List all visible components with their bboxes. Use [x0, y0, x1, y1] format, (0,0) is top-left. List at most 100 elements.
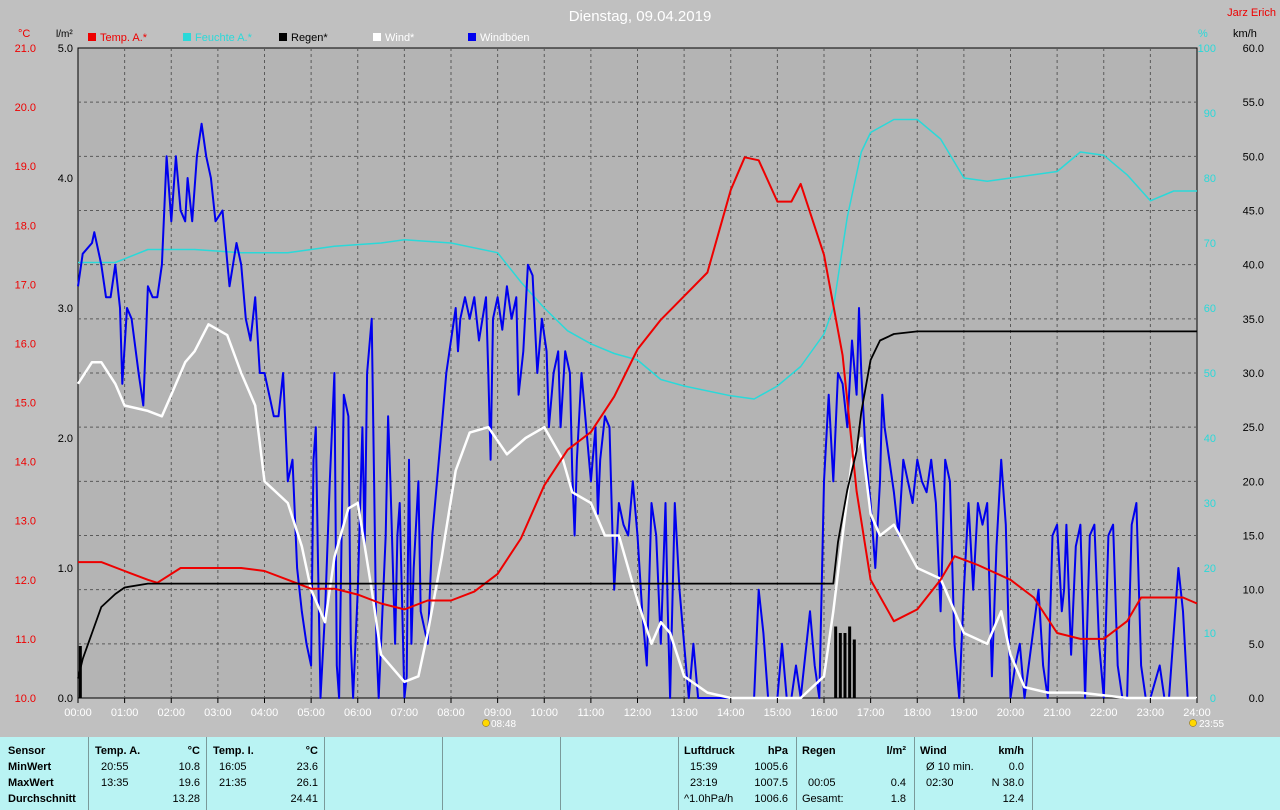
column-divider: [560, 737, 561, 810]
avg-row-label: Durchschnitt: [8, 793, 76, 805]
temp-a-min-value: 10.8: [178, 761, 200, 773]
x-tick-label: 06:00: [344, 707, 372, 719]
wind-tick-label: 60.0: [1243, 43, 1264, 55]
x-tick-label: 03:00: [204, 707, 232, 719]
x-tick-label: 10:00: [530, 707, 558, 719]
humidity-axis-unit: %: [1198, 28, 1208, 40]
temp-tick-label: 13.0: [15, 516, 36, 528]
wind-tick-label: 55.0: [1243, 97, 1264, 109]
x-tick-label: 22:00: [1090, 707, 1118, 719]
temp-a-max-value: 19.6: [178, 777, 200, 789]
temp-axis-unit: °C: [18, 28, 30, 40]
humidity-tick-label: 40: [1204, 433, 1216, 445]
sun-icon: [482, 719, 490, 727]
temp-a-unit: °C: [187, 745, 200, 757]
x-tick-label: 14:00: [717, 707, 745, 719]
x-tick-label: 12:00: [624, 707, 652, 719]
wind-axis-unit: km/h: [1233, 28, 1257, 40]
humidity-tick-label: 0: [1210, 693, 1216, 705]
temp-i-max-value: 26.1: [296, 777, 318, 789]
pressure-min-value: 1005.6: [754, 761, 788, 773]
wind-tick-label: 45.0: [1243, 206, 1264, 218]
pressure-trend: ^1.0hPa/h: [684, 793, 734, 805]
rain-bar: [852, 639, 856, 698]
column-divider: [442, 737, 443, 810]
humidity-tick-label: 60: [1204, 303, 1216, 315]
x-tick-label: 00:00: [64, 707, 92, 719]
legend-label-rain: Regen*: [291, 32, 328, 44]
rain-bar: [78, 646, 82, 698]
x-tick-label: 09:00: [484, 707, 512, 719]
rain-bar: [843, 633, 847, 698]
legend-swatch-wind: [373, 33, 381, 41]
column-divider: [678, 737, 679, 810]
column-divider: [206, 737, 207, 810]
sunset-time: 23:55: [1199, 719, 1224, 730]
wind-tick-label: 15.0: [1243, 531, 1264, 543]
temp-i-avg-value: 24.41: [290, 793, 318, 805]
x-tick-label: 19:00: [950, 707, 978, 719]
temp-a-min-time: 20:55: [101, 761, 129, 773]
wind-avg10-value: 0.0: [1008, 761, 1024, 773]
temp-tick-label: 11.0: [15, 634, 36, 646]
humidity-tick-label: 100: [1198, 43, 1216, 55]
temp-tick-label: 21.0: [15, 43, 36, 55]
wind-max-value: N 38.0: [991, 777, 1024, 789]
pressure-header: Luftdruck: [684, 745, 735, 757]
temp-tick-label: 19.0: [15, 161, 36, 173]
humidity-tick-label: 50: [1204, 368, 1216, 380]
legend-label-gusts: Windböen: [480, 32, 530, 44]
legend-label-temp: Temp. A.*: [100, 32, 148, 44]
column-divider: [324, 737, 325, 810]
humidity-tick-label: 30: [1204, 498, 1216, 510]
wind-max-time: 02:30: [926, 777, 954, 789]
rain-tick-label: 0.0: [58, 693, 73, 705]
rain-bar: [834, 626, 838, 698]
legend-swatch-humidity: [183, 33, 191, 41]
x-tick-label: 04:00: [251, 707, 279, 719]
column-divider: [88, 737, 89, 810]
rain-tick-label: 1.0: [58, 563, 73, 575]
rain-tick-label: 5.0: [58, 43, 73, 55]
x-tick-label: 05:00: [297, 707, 325, 719]
rain-total-label: Gesamt:: [802, 793, 844, 805]
rain-unit: l/m²: [886, 745, 906, 757]
temp-tick-label: 16.0: [15, 338, 36, 350]
max-row-label: MaxWert: [8, 777, 54, 789]
pressure-min-time: 15:39: [690, 761, 718, 773]
author-label: Jarz Erich: [1227, 7, 1276, 19]
temp-a-max-time: 13:35: [101, 777, 129, 789]
x-tick-label: 13:00: [670, 707, 698, 719]
rain-bar: [848, 626, 852, 698]
x-tick-label: 21:00: [1043, 707, 1071, 719]
humidity-tick-label: 20: [1204, 563, 1216, 575]
legend-swatch-rain: [279, 33, 287, 41]
temp-i-header: Temp. I.: [213, 745, 254, 757]
x-tick-label: 01:00: [111, 707, 139, 719]
rain-tick-label: 3.0: [58, 303, 73, 315]
column-divider: [796, 737, 797, 810]
x-tick-label: 20:00: [997, 707, 1025, 719]
temp-a-header: Temp. A.: [95, 745, 141, 757]
statistics-panel: Sensor MinWert MaxWert Durchschnitt Temp…: [0, 737, 1280, 810]
legend-swatch-temp: [88, 33, 96, 41]
x-tick-label: 16:00: [810, 707, 838, 719]
temp-tick-label: 15.0: [15, 398, 36, 410]
weather-chart: 00:00 01:00 02:00 03:00 04:00 05:00 06:00 07:00…: [0, 0, 1280, 735]
rain-tick-label: 2.0: [58, 433, 73, 445]
pressure-unit: hPa: [767, 745, 788, 757]
wind-tick-label: 40.0: [1243, 260, 1264, 272]
wind-tick-label: 20.0: [1243, 476, 1264, 488]
temp-tick-label: 20.0: [15, 102, 36, 114]
legend-swatch-gusts: [468, 33, 476, 41]
wind-avg-value: 12.4: [1002, 793, 1024, 805]
rain-tick-label: 4.0: [58, 173, 73, 185]
wind-tick-label: 25.0: [1243, 422, 1264, 434]
pressure-max-value: 1007.5: [754, 777, 788, 789]
wind-tick-label: 10.0: [1243, 585, 1264, 597]
sun-icon: [1189, 719, 1197, 727]
x-tick-label: 02:00: [157, 707, 185, 719]
x-tick-label: 24:00: [1183, 707, 1211, 719]
sunrise-time: 08:48: [491, 719, 516, 730]
chart-title: Dienstag, 09.04.2019: [569, 8, 712, 25]
